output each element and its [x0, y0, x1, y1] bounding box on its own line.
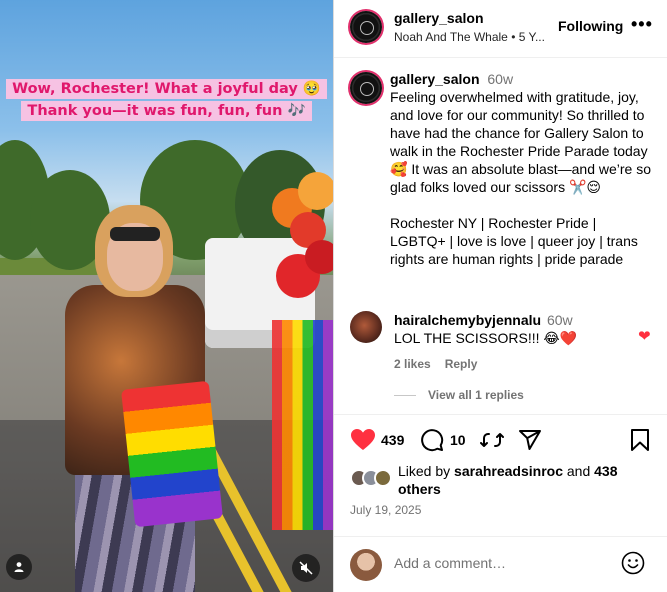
liked-by-prefix: Liked by [398, 463, 451, 479]
repost-button[interactable] [480, 428, 504, 452]
comment-age[interactable]: 60w [547, 312, 573, 328]
replies-divider [394, 395, 416, 397]
caption-username[interactable]: gallery_salon [390, 71, 480, 87]
rainbow-flag [272, 320, 333, 530]
balloon [305, 240, 333, 274]
comment-button[interactable]: 10 [420, 428, 466, 452]
media-caption-line-2: Thank you—it was fun, fun, fun 🎶 [0, 100, 333, 122]
smiley-icon [621, 551, 645, 575]
user-icon [14, 562, 24, 572]
liker-avatars[interactable] [350, 469, 394, 489]
action-bar: 439 10 [350, 428, 655, 456]
comment-text: LOL THE SCISSORS!!! 😂❤️ [394, 330, 578, 346]
like-button[interactable]: 439 [350, 428, 404, 452]
save-button[interactable] [630, 428, 650, 452]
heart-icon [351, 429, 375, 450]
post-date[interactable]: July 19, 2025 [350, 503, 421, 517]
section-divider [334, 414, 667, 415]
mute-button[interactable] [292, 554, 320, 582]
view-replies-button[interactable]: View all 1 replies [394, 388, 524, 402]
rainbow-bag [121, 380, 223, 528]
tagged-user-button[interactable] [6, 554, 32, 580]
comment-icon [421, 429, 444, 452]
emoji-button[interactable] [621, 551, 645, 580]
liked-by-joiner: and [566, 463, 591, 479]
balloon [298, 172, 333, 210]
post-side-panel: gallery_salon Noah And The Whale • 5 Y..… [333, 0, 667, 592]
media-caption-line-1: Wow, Rochester! What a joyful day 🥹 [0, 78, 333, 100]
post-header: gallery_salon Noah And The Whale • 5 Y..… [334, 0, 667, 58]
repost-icon [480, 433, 504, 447]
add-comment-bar: Add a comment… [334, 536, 667, 592]
comment-like-heart-icon[interactable]: ❤ [638, 327, 651, 345]
reply-button[interactable]: Reply [445, 357, 478, 371]
muted-speaker-icon [299, 561, 313, 575]
caption-tags: Rochester NY | Rochester Pride | LGBTQ+ … [390, 215, 638, 267]
share-button[interactable] [518, 428, 542, 452]
send-icon [519, 430, 541, 450]
avatar [350, 549, 382, 581]
like-count: 439 [381, 432, 405, 448]
audio-track[interactable]: Noah And The Whale • 5 Y... [394, 30, 554, 44]
following-button[interactable]: Following [558, 18, 623, 34]
liked-by-user[interactable]: sarahreadsinroc [454, 463, 563, 479]
post-media[interactable]: Wow, Rochester! What a joyful day 🥹 Than… [0, 0, 333, 592]
caption-text: Feeling overwhelmed with gratitude, joy,… [390, 89, 652, 195]
comment-count: 10 [450, 432, 466, 448]
bookmark-icon [631, 429, 649, 451]
comment-input[interactable]: Add a comment… [394, 555, 604, 571]
header-username[interactable]: gallery_salon [394, 10, 484, 26]
avatar[interactable] [350, 11, 382, 43]
more-options-icon[interactable]: ••• [631, 14, 653, 35]
comment-username[interactable]: hairalchemybyjennalu [394, 312, 541, 328]
avatar[interactable] [350, 72, 382, 104]
comment-likes[interactable]: 2 likes [394, 357, 431, 371]
caption-age[interactable]: 60w [487, 71, 513, 87]
view-replies-label: View all 1 replies [428, 388, 524, 402]
avatar[interactable] [350, 311, 382, 343]
